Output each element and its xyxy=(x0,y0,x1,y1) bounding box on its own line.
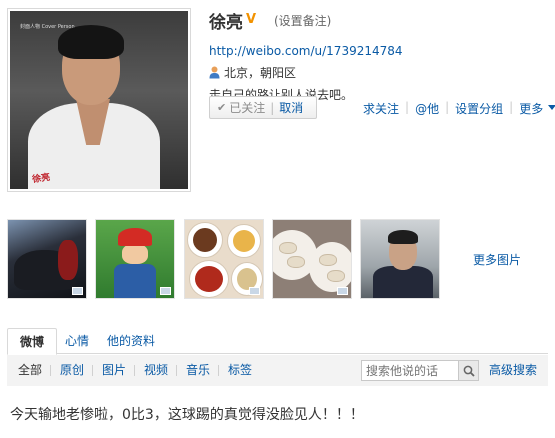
unfollow-link[interactable]: 取消 xyxy=(279,99,303,116)
ask-follow-link[interactable]: 求关注 xyxy=(363,100,399,117)
divider: | xyxy=(405,100,410,114)
divider xyxy=(218,365,219,376)
tab-weibo[interactable]: 微博 xyxy=(7,328,57,355)
search-icon xyxy=(463,365,475,377)
filter-videos[interactable]: 视频 xyxy=(144,355,168,386)
photo-thumbnail[interactable] xyxy=(272,219,352,299)
photo-thumbnail[interactable] xyxy=(95,219,175,299)
verified-badge-icon[interactable]: V xyxy=(246,13,260,27)
photo-strip: 更多图片 xyxy=(7,219,548,299)
check-icon: ✔ xyxy=(217,101,227,114)
filter-all[interactable]: 全部 xyxy=(18,355,42,386)
followed-button[interactable]: ✔ 已关注 | 取消 xyxy=(209,96,317,119)
profile-name: 徐亮 xyxy=(209,12,243,33)
tab-mood[interactable]: 心情 xyxy=(65,328,89,354)
album-icon xyxy=(160,287,171,295)
photo-thumbnail[interactable] xyxy=(360,219,440,299)
set-group-link[interactable]: 设置分组 xyxy=(455,100,503,117)
divider xyxy=(176,365,177,376)
feed-search xyxy=(361,360,479,381)
feed-filter-bar: 全部 原创 图片 视频 音乐 标签 高级搜索 xyxy=(7,355,548,386)
advanced-search-link[interactable]: 高级搜索 xyxy=(489,355,537,386)
more-photos-link[interactable]: 更多图片 xyxy=(447,219,547,299)
divider: | xyxy=(445,100,450,114)
profile-location: 北京，朝阳区 xyxy=(209,64,549,81)
set-remark-link[interactable]: (设置备注) xyxy=(274,12,331,29)
weibo-post-text: 今天输地老惨啦，0比3，这球踢的真觉得没脸见人！！！ xyxy=(10,407,364,423)
profile-url-link[interactable]: http://weibo.com/u/1739214784 xyxy=(209,44,549,58)
mention-link[interactable]: @他 xyxy=(415,100,439,117)
avatar-signature: 徐亮 xyxy=(31,172,51,186)
filter-music[interactable]: 音乐 xyxy=(186,355,210,386)
profile-actions: 求关注 | @他 | 设置分组 | 更多 xyxy=(363,100,555,117)
person-icon xyxy=(209,66,220,79)
photo-thumbnail[interactable] xyxy=(184,219,264,299)
feed-search-input[interactable] xyxy=(362,361,458,380)
divider xyxy=(134,365,135,376)
follow-row: ✔ 已关注 | 取消 求关注 | @他 | 设置分组 | 更多 xyxy=(209,96,555,120)
divider: | xyxy=(509,100,514,114)
filter-original[interactable]: 原创 xyxy=(60,355,84,386)
album-icon xyxy=(337,287,348,295)
avatar-cover-tag: 封面人物 Cover Person xyxy=(20,24,75,30)
tab-profile-info[interactable]: 他的资料 xyxy=(107,328,155,354)
more-menu-link[interactable]: 更多 xyxy=(519,100,543,117)
profile-avatar[interactable]: 封面人物 Cover Person 徐亮 xyxy=(7,8,191,192)
followed-label: 已关注 xyxy=(229,101,266,115)
filter-tags[interactable]: 标签 xyxy=(228,355,252,386)
profile-tabs: 微博 心情 他的资料 xyxy=(7,328,548,355)
name-row: 徐亮 V (设置备注) xyxy=(209,8,549,33)
chevron-down-icon[interactable] xyxy=(548,105,555,110)
avatar-photo: 封面人物 Cover Person 徐亮 xyxy=(10,11,188,189)
location-text: 北京，朝阳区 xyxy=(224,66,297,80)
photo-thumbnail[interactable] xyxy=(7,219,87,299)
search-button[interactable] xyxy=(458,361,478,380)
filter-pictures[interactable]: 图片 xyxy=(102,355,126,386)
divider xyxy=(50,365,51,376)
divider: | xyxy=(270,100,275,115)
album-icon xyxy=(249,287,260,295)
profile-info: 徐亮 V (设置备注) http://weibo.com/u/173921478… xyxy=(209,8,549,103)
divider xyxy=(92,365,93,376)
album-icon xyxy=(72,287,83,295)
